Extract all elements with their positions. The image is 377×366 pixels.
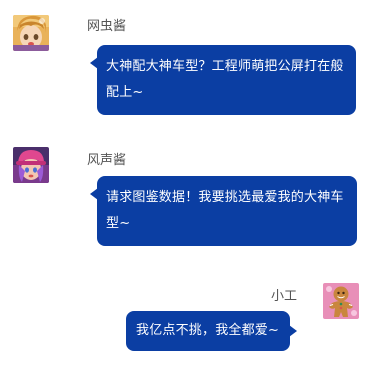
avatar-xiaogong[interactable] — [323, 283, 359, 319]
message-text: 请求图鉴数据！我要挑选最爱我的大神车型~ — [106, 190, 344, 231]
message-bubble[interactable]: 大神配大神车型？工程师萌把公屏打在般配上~ — [90, 45, 356, 115]
sender-name: 风声酱 — [87, 153, 127, 168]
chat-conversation: 网虫酱 大神配大神车型？工程师萌把公屏打在般配上~ 风声酱 请求图鉴数据！我要挑… — [0, 0, 377, 366]
sender-name: 小工 — [271, 289, 298, 304]
message-text: 我亿点不挑，我全都爱~ — [136, 323, 280, 338]
avatar-wangchongjiang[interactable] — [13, 15, 49, 51]
sender-name: 网虫酱 — [87, 19, 127, 34]
message-bubble[interactable]: 我亿点不挑，我全都爱~ — [126, 311, 297, 351]
message-bubble[interactable]: 请求图鉴数据！我要挑选最爱我的大神车型~ — [90, 176, 357, 246]
anime-girl-blonde-avatar-icon — [13, 15, 49, 51]
gingerbread-man-avatar-icon — [323, 283, 359, 319]
avatar-fengshengjiang[interactable] — [13, 147, 49, 183]
anime-girl-pink-cap-avatar-icon — [13, 147, 49, 183]
message-text: 大神配大神车型？工程师萌把公屏打在般配上~ — [106, 59, 344, 100]
